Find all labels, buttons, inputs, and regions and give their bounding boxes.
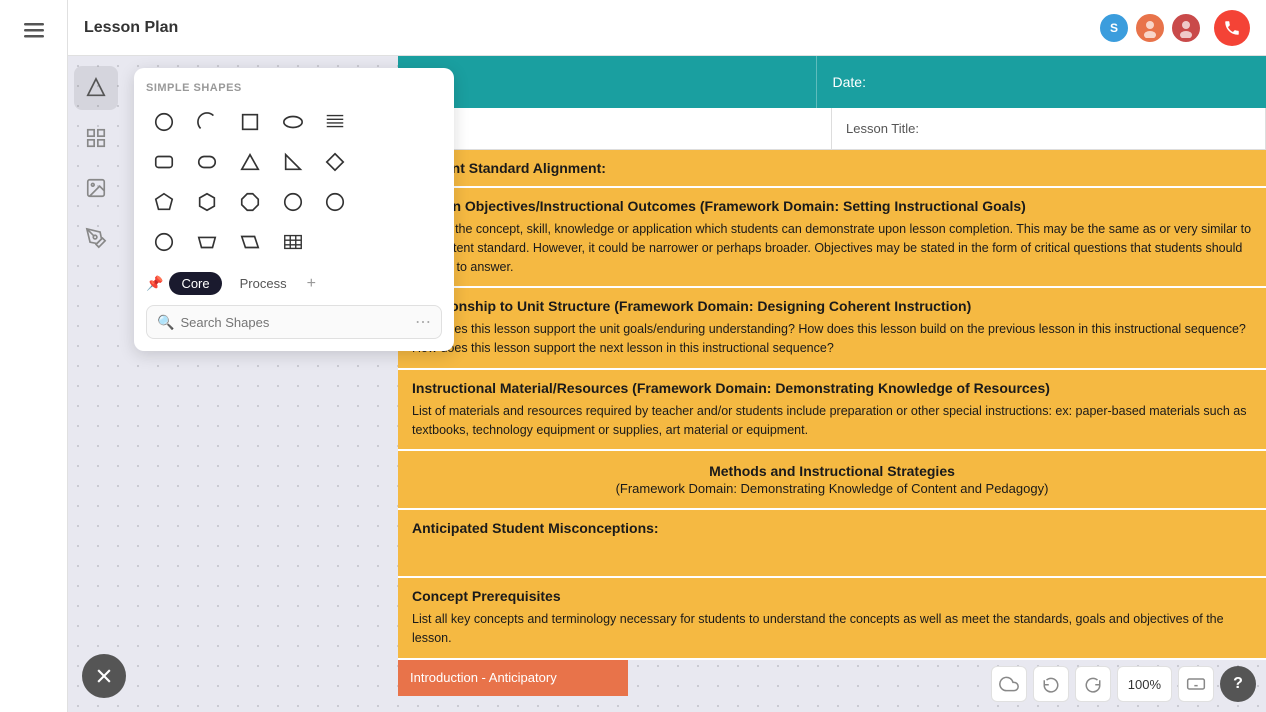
pin-icon[interactable]: 📌 — [146, 275, 163, 292]
shape-octagon[interactable] — [232, 184, 268, 220]
search-more-icon[interactable]: ⋯ — [415, 312, 431, 332]
main-container: Lesson Plan S — [68, 0, 1266, 712]
draw-panel-icon[interactable] — [74, 216, 118, 260]
shape-circle2[interactable] — [275, 184, 311, 220]
search-icon: 🔍 — [157, 314, 174, 331]
doc-title-cell: Lesson Title: — [832, 108, 1266, 149]
shape-empty9 — [403, 224, 439, 260]
shape-empty3 — [360, 144, 396, 180]
bottom-toolbar: 100% ? — [991, 666, 1256, 702]
shape-arc[interactable] — [189, 104, 225, 140]
search-input[interactable] — [180, 315, 409, 330]
zoom-display[interactable]: 100% — [1117, 666, 1172, 702]
tab-core[interactable]: Core — [169, 272, 221, 295]
tab-add-icon[interactable]: + — [307, 275, 316, 293]
top-bar: Lesson Plan S — [68, 0, 1266, 56]
doc-section-6: Concept Prerequisites List all key conce… — [398, 578, 1266, 660]
shapes-grid — [146, 104, 442, 260]
doc-header-row: Date: — [398, 56, 1266, 108]
shape-empty6 — [403, 184, 439, 220]
shape-parallelogram[interactable] — [232, 224, 268, 260]
doc-section-4: Methods and Instructional Strategies (Fr… — [398, 451, 1266, 510]
redo-button[interactable] — [1075, 666, 1111, 702]
keyboard-button[interactable] — [1178, 666, 1214, 702]
shape-ellipse[interactable] — [275, 104, 311, 140]
canvas-area[interactable]: SIMPLE SHAPES — [68, 56, 1266, 712]
doc-section-2: Relationship to Unit Structure (Framewor… — [398, 288, 1266, 370]
shapes-section-title: SIMPLE SHAPES — [146, 82, 442, 94]
shapes-panel-icon[interactable] — [74, 66, 118, 110]
phone-button[interactable] — [1214, 10, 1250, 46]
left-panel-icons — [68, 56, 124, 712]
shapes-tabs: 📌 Core Process + — [146, 272, 442, 295]
shape-empty — [360, 104, 396, 140]
shape-hexagon[interactable] — [189, 184, 225, 220]
shape-circle3[interactable] — [317, 184, 353, 220]
doc-header-date: Date: — [816, 56, 1266, 108]
left-sidebar — [0, 0, 68, 712]
doc-section-1: Lesson Objectives/Instructional Outcomes… — [398, 188, 1266, 288]
shape-circle4[interactable] — [146, 224, 182, 260]
shape-lines[interactable] — [317, 104, 353, 140]
cloud-button[interactable] — [991, 666, 1027, 702]
avatars: S — [1098, 12, 1202, 44]
doc-intro-label: Introduction - Anticipatory — [398, 660, 628, 696]
shape-trapezoid[interactable] — [189, 224, 225, 260]
avatar-2[interactable] — [1134, 12, 1166, 44]
app-title: Lesson Plan — [84, 19, 1098, 37]
close-button[interactable] — [82, 654, 126, 698]
shape-diamond[interactable] — [317, 144, 353, 180]
shape-triangle[interactable] — [232, 144, 268, 180]
shape-empty2 — [403, 104, 439, 140]
menu-icon[interactable] — [14, 10, 54, 50]
doc-unit-cell: Unit: — [398, 108, 832, 149]
doc-unit-row: Unit: Lesson Title: — [398, 108, 1266, 150]
help-button[interactable]: ? — [1220, 666, 1256, 702]
shape-empty4 — [403, 144, 439, 180]
tab-process[interactable]: Process — [228, 272, 299, 295]
grid-panel-icon[interactable] — [74, 116, 118, 160]
shape-right-triangle[interactable] — [275, 144, 311, 180]
doc-header-left — [398, 56, 816, 108]
shape-circle[interactable] — [146, 104, 182, 140]
shape-empty5 — [360, 184, 396, 220]
shape-square[interactable] — [232, 104, 268, 140]
shapes-search-bar[interactable]: 🔍 ⋯ — [146, 305, 442, 339]
doc-section-0: Content Standard Alignment: — [398, 150, 1266, 188]
shape-rounded-rect2[interactable] — [189, 144, 225, 180]
shape-empty8 — [360, 224, 396, 260]
shape-rounded-rect[interactable] — [146, 144, 182, 180]
shapes-panel: SIMPLE SHAPES — [134, 68, 454, 351]
shape-table[interactable] — [275, 224, 311, 260]
doc-section-3: Instructional Material/Resources (Framew… — [398, 370, 1266, 452]
doc-section-5: Anticipated Student Misconceptions: — [398, 510, 1266, 578]
shape-pentagon[interactable] — [146, 184, 182, 220]
shape-empty7 — [317, 224, 353, 260]
avatar-1[interactable]: S — [1098, 12, 1130, 44]
undo-button[interactable] — [1033, 666, 1069, 702]
image-panel-icon[interactable] — [74, 166, 118, 210]
avatar-3[interactable] — [1170, 12, 1202, 44]
lesson-document: Date: Unit: Lesson Title: Content Standa… — [398, 56, 1266, 712]
